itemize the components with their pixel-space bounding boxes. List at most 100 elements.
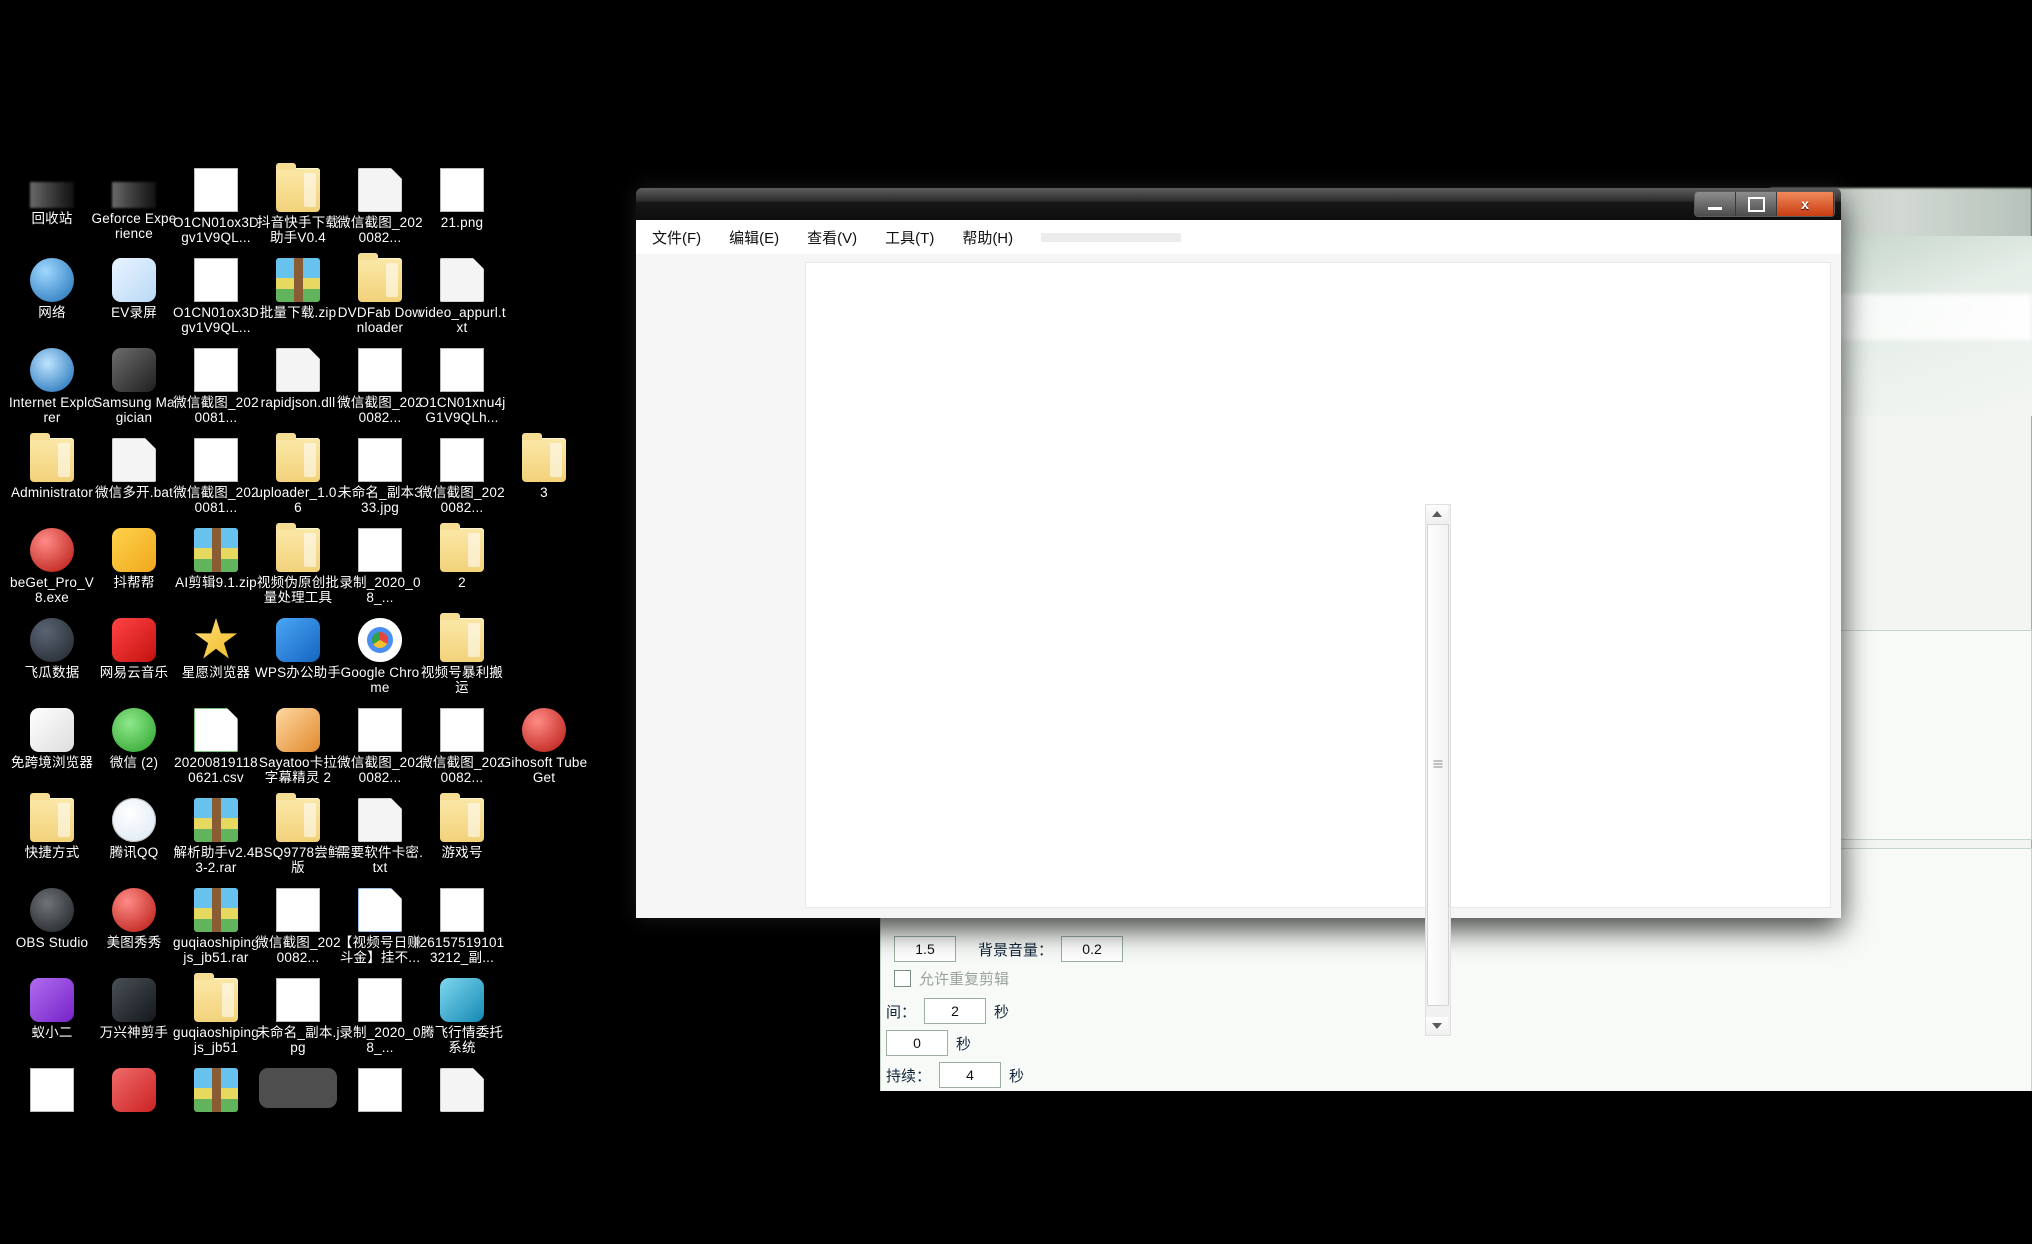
desktop-icon[interactable]: 批量下载.zip: [254, 258, 342, 320]
desktop-icon[interactable]: Geforce Experience: [90, 168, 178, 241]
desktop-icon[interactable]: [336, 1068, 424, 1115]
desktop-icon[interactable]: 录制_2020_08_...: [336, 978, 424, 1055]
interval-input[interactable]: 2: [924, 998, 987, 1024]
desktop-icon[interactable]: [8, 1068, 96, 1115]
desktop-icon[interactable]: 微信 (2): [90, 708, 178, 770]
desktop-icon[interactable]: AI剪辑9.1.zip: [172, 528, 260, 590]
desktop-icon[interactable]: 视频伪原创批量处理工具: [254, 523, 342, 605]
desktop-icon[interactable]: 腾讯QQ: [90, 798, 178, 860]
editor-titlebar[interactable]: x: [636, 188, 1841, 220]
desktop-icon[interactable]: O1CN01xnu4jG1V9QLh...: [418, 348, 506, 425]
minimize-button[interactable]: [1695, 192, 1736, 216]
desktop-icon[interactable]: 抖帮帮: [90, 528, 178, 590]
allow-repeat-row[interactable]: 允许重复剪辑: [894, 968, 1009, 989]
desktop-icon[interactable]: 回收站: [8, 168, 96, 226]
desktop-icon[interactable]: [254, 1068, 342, 1111]
desktop-icon[interactable]: 微信截图_2020082...: [418, 438, 506, 515]
desktop-icon[interactable]: OBS Studio: [8, 888, 96, 950]
img-thumb-icon: [358, 978, 402, 1022]
desktop-icon[interactable]: 未命名_副本333.jpg: [336, 438, 424, 515]
second-input[interactable]: 0: [886, 1030, 948, 1056]
desktop-icon[interactable]: 微信截图_2020082...: [336, 168, 424, 245]
desktop-icon[interactable]: 抖音快手下载助手V0.4: [254, 163, 342, 245]
desktop-icon[interactable]: 游戏号: [418, 793, 506, 860]
desktop-icon-label: Geforce Experience: [91, 211, 177, 241]
desktop-icon[interactable]: 3: [500, 433, 588, 500]
img-thumb-icon: [276, 888, 320, 932]
scroll-down-arrow-icon[interactable]: [1426, 1017, 1448, 1035]
desktop-icon[interactable]: 视频号暴利搬运: [418, 613, 506, 695]
desktop-icon[interactable]: guqiaoshipingjs_jb51: [172, 973, 260, 1055]
desktop-icon[interactable]: 快捷方式: [8, 793, 96, 860]
desktop-icon[interactable]: 飞瓜数据: [8, 618, 96, 680]
desktop-icon[interactable]: 微信截图_2020081...: [172, 348, 260, 425]
desktop-icon[interactable]: Google Chrome: [336, 618, 424, 695]
desktop-icon-label: 需要软件卡密.txt: [336, 845, 424, 875]
desktop-icon[interactable]: 网络: [8, 258, 96, 320]
desktop-icon-label: Administrator: [10, 485, 94, 500]
desktop-icon[interactable]: 美图秀秀: [90, 888, 178, 950]
desktop-icon[interactable]: [90, 1068, 178, 1115]
desktop-icon[interactable]: 微信截图_2020082...: [336, 708, 424, 785]
scroll-up-arrow-icon[interactable]: [1426, 505, 1448, 523]
desktop-icon[interactable]: 202008191180621.csv: [172, 708, 260, 785]
desktop-icon[interactable]: beGet_Pro_V8.exe: [8, 528, 96, 605]
editor-vertical-scrollbar[interactable]: [1425, 504, 1451, 1036]
speed-input[interactable]: 1.5: [894, 936, 956, 962]
desktop-icon[interactable]: 网易云音乐: [90, 618, 178, 680]
menu-tools[interactable]: 工具(T): [885, 227, 934, 248]
desktop-icon[interactable]: O1CN01ox3Dgv1V9QL...: [172, 258, 260, 335]
desktop-icon[interactable]: 解析助手v2.4.3-2.rar: [172, 798, 260, 875]
desktop-icon[interactable]: guqiaoshipingjs_jb51.rar: [172, 888, 260, 965]
desktop-icon[interactable]: 微信截图_2020081...: [172, 438, 260, 515]
desktop-icon-label: 腾飞行情委托系统: [420, 1025, 504, 1055]
desktop-icon[interactable]: [172, 1068, 260, 1115]
desktop-icon[interactable]: 【视频号日赚斗金】挂不...: [336, 888, 424, 965]
menu-help[interactable]: 帮助(H): [962, 227, 1013, 248]
desktop-icon[interactable]: [418, 1068, 506, 1115]
desktop-icon[interactable]: 未命名_副本.jpg: [254, 978, 342, 1055]
desktop-icon[interactable]: Administrator: [8, 433, 96, 500]
desktop-icon[interactable]: rapidjson.dll: [254, 348, 342, 410]
desktop-icon[interactable]: Gihosoft TubeGet: [500, 708, 588, 785]
desktop-icon[interactable]: 微信截图_2020082...: [254, 888, 342, 965]
desktop-icon[interactable]: 微信截图_2020082...: [418, 708, 506, 785]
menu-edit[interactable]: 编辑(E): [729, 227, 779, 248]
desktop-icon[interactable]: 录制_2020_08_...: [336, 528, 424, 605]
desktop-icon-label: 微信截图_2020082...: [337, 755, 423, 785]
desktop-icon[interactable]: 腾飞行情委托系统: [418, 978, 506, 1055]
menu-file[interactable]: 文件(F): [652, 227, 701, 248]
maximize-button[interactable]: [1736, 192, 1777, 216]
desktop-icon[interactable]: 万兴神剪手: [90, 978, 178, 1040]
bg-volume-input[interactable]: 0.2: [1061, 936, 1124, 962]
rar-icon: [276, 258, 320, 302]
desktop-icon[interactable]: Sayatoo卡拉字幕精灵 2: [254, 708, 342, 785]
desktop-icon[interactable]: 261575191013212_副...: [418, 888, 506, 965]
desktop-icon[interactable]: 星愿浏览器: [172, 618, 260, 680]
desktop-icon[interactable]: WPS办公助手: [254, 618, 342, 680]
desktop-icon[interactable]: O1CN01ox3Dgv1V9QL...: [172, 168, 260, 245]
desktop-icon[interactable]: DVDFab Downloader: [336, 253, 424, 335]
desktop-icon-label: 批量下载.zip: [259, 305, 337, 320]
editor-canvas[interactable]: [636, 254, 1841, 918]
desktop-icon[interactable]: 微信截图_2020082...: [336, 348, 424, 425]
allow-repeat-checkbox[interactable]: [894, 970, 911, 987]
desktop-icon[interactable]: 免跨境浏览器: [8, 708, 96, 770]
desktop-icon[interactable]: 21.png: [418, 168, 506, 230]
editor-document-area[interactable]: [805, 262, 1831, 908]
desktop-icon[interactable]: 微信多开.bat: [90, 438, 178, 500]
desktop-icon[interactable]: Samsung Magician: [90, 348, 178, 425]
desktop-icon[interactable]: EV录屏: [90, 258, 178, 320]
scroll-thumb[interactable]: [1427, 524, 1449, 1006]
desktop-icon[interactable]: Internet Explorer: [8, 348, 96, 425]
desktop-icon[interactable]: 蚁小二: [8, 978, 96, 1040]
menu-view[interactable]: 查看(V): [807, 227, 857, 248]
close-button[interactable]: x: [1777, 192, 1834, 216]
desktop-icon[interactable]: BSQ9778尝鲜版: [254, 793, 342, 875]
duration-input[interactable]: 4: [939, 1062, 1002, 1088]
desktop-icon[interactable]: 需要软件卡密.txt: [336, 798, 424, 875]
desktop-icon[interactable]: uploader_1.0.6: [254, 433, 342, 515]
desktop-icon[interactable]: 2: [418, 523, 506, 590]
img-thumb-icon: [358, 348, 402, 392]
desktop-icon[interactable]: video_appurl.txt: [418, 258, 506, 335]
